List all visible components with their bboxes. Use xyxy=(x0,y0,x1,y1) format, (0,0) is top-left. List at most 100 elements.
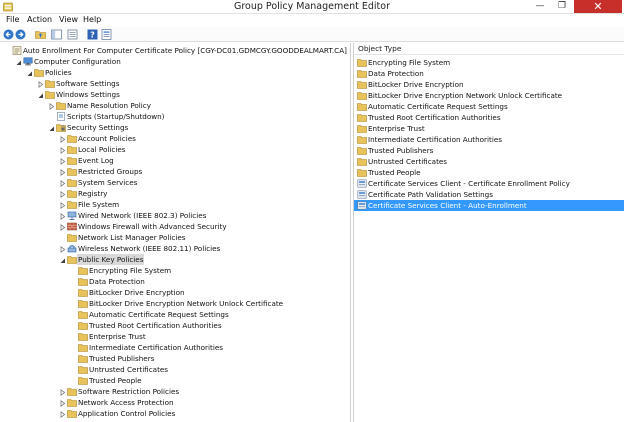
folder-icon xyxy=(78,343,88,352)
tree-node-trusted-people[interactable]: Trusted People xyxy=(78,375,143,386)
tree-node-application-control-policies[interactable]: Application Control Policies xyxy=(60,408,176,419)
menu-help[interactable]: Help xyxy=(83,15,101,24)
list-item-untrusted-certificates[interactable]: Untrusted Certificates xyxy=(354,156,624,167)
settings-item-icon xyxy=(357,179,367,188)
close-button[interactable]: ✕ xyxy=(574,0,622,13)
tree-node-security-settings[interactable]: Security Settings xyxy=(49,122,129,133)
tree-node-computer-configuration[interactable]: Computer Configuration xyxy=(16,56,122,67)
tree-node-restricted-groups[interactable]: Restricted Groups xyxy=(60,166,143,177)
list-item-certificate-services-client-auto-enrollment[interactable]: Certificate Services Client - Auto-Enrol… xyxy=(354,200,624,211)
folder-icon xyxy=(67,387,77,396)
folder-icon xyxy=(67,398,77,407)
console-tree[interactable]: Auto Enrollment For Computer Certificate… xyxy=(0,43,351,422)
expand-arrow-icon[interactable] xyxy=(59,201,66,209)
tree-node-event-log[interactable]: Event Log xyxy=(60,155,115,166)
forward-icon[interactable] xyxy=(15,29,26,40)
expand-arrow-icon[interactable] xyxy=(59,223,66,231)
list-item-trusted-people[interactable]: Trusted People xyxy=(354,167,624,178)
back-icon[interactable] xyxy=(3,29,14,40)
details-pane[interactable]: Object Type Encrypting File System Data P… xyxy=(353,43,624,422)
list-item-bitlocker-drive-encryption-network-unlock-certificate[interactable]: BitLocker Drive Encryption Network Unloc… xyxy=(354,90,624,101)
tree-node-public-key-policies[interactable]: Public Key Policies xyxy=(60,254,145,265)
tree-node-intermediate-certification-authorities[interactable]: Intermediate Certification Authorities xyxy=(78,342,224,353)
expand-arrow-icon[interactable] xyxy=(59,245,66,253)
expand-arrow-icon[interactable] xyxy=(59,135,66,143)
tree-node-untrusted-certificates[interactable]: Untrusted Certificates xyxy=(78,364,169,375)
tree-node-label: Auto Enrollment For Computer Certificate… xyxy=(23,46,351,55)
list-item-certificate-services-client-certificate-enrollment-policy[interactable]: Certificate Services Client - Certificat… xyxy=(354,178,624,189)
collapse-arrow-icon[interactable] xyxy=(15,58,22,65)
tree-node-scripts-startup-shutdown[interactable]: Scripts (Startup/Shutdown) xyxy=(57,111,165,122)
tree-node-name-resolution-policy[interactable]: Name Resolution Policy xyxy=(49,100,152,111)
tree-node-automatic-certificate-request-settings[interactable]: Automatic Certificate Request Settings xyxy=(78,309,230,320)
list-item-bitlocker-drive-encryption[interactable]: BitLocker Drive Encryption xyxy=(354,79,624,90)
collapse-arrow-icon[interactable] xyxy=(26,69,33,76)
tree-node-label: Security Settings xyxy=(67,123,129,132)
expand-arrow-icon[interactable] xyxy=(59,388,66,396)
menu-file[interactable]: File xyxy=(6,15,19,24)
tree-node-network-list-manager-policies[interactable]: Network List Manager Policies xyxy=(67,232,187,243)
tree-node-local-policies[interactable]: Local Policies xyxy=(60,144,127,155)
tree-node-system-services[interactable]: System Services xyxy=(60,177,138,188)
tree-node-software-settings[interactable]: Software Settings xyxy=(38,78,120,89)
tree-node-encrypting-file-system[interactable]: Encrypting File System xyxy=(78,265,172,276)
tree-node-label: Wired Network (IEEE 802.3) Policies xyxy=(78,211,207,220)
collapse-arrow-icon[interactable] xyxy=(48,124,55,131)
folder-icon xyxy=(357,91,367,100)
expand-arrow-icon[interactable] xyxy=(59,190,66,198)
tree-node-registry[interactable]: Registry xyxy=(60,188,108,199)
tree-node-windows-firewall-with-advanced-security[interactable]: Windows Firewall with Advanced Security xyxy=(60,221,228,232)
tree-node-wired-network-ieee-802-3-policies[interactable]: Wired Network (IEEE 802.3) Policies xyxy=(60,210,207,221)
folder-icon xyxy=(357,168,367,177)
help-icon[interactable]: ? xyxy=(87,29,98,40)
tree-node-bitlocker-drive-encryption-network-unlock-certificate[interactable]: BitLocker Drive Encryption Network Unloc… xyxy=(78,298,284,309)
list-item-data-protection[interactable]: Data Protection xyxy=(354,68,624,79)
tree-node-enterprise-trust[interactable]: Enterprise Trust xyxy=(78,331,147,342)
collapse-arrow-icon[interactable] xyxy=(59,256,66,263)
tree-node-wireless-network-ieee-802-11-policies[interactable]: Wireless Network (IEEE 802.11) Policies xyxy=(60,243,221,254)
folder-icon xyxy=(78,288,88,297)
tree-node-bitlocker-drive-encryption[interactable]: BitLocker Drive Encryption xyxy=(78,287,186,298)
menu-action[interactable]: Action xyxy=(27,15,52,24)
expand-arrow-icon[interactable] xyxy=(59,157,66,165)
expand-arrow-icon[interactable] xyxy=(59,146,66,154)
expand-arrow-icon[interactable] xyxy=(59,410,66,418)
column-header-object-type[interactable]: Object Type xyxy=(354,43,624,55)
tree-node-windows-settings[interactable]: Windows Settings xyxy=(38,89,121,100)
tree-node-trusted-root-certification-authorities[interactable]: Trusted Root Certification Authorities xyxy=(78,320,223,331)
tree-node-file-system[interactable]: File System xyxy=(60,199,120,210)
export-list-icon[interactable] xyxy=(67,29,78,40)
tree-node-label: Windows Settings xyxy=(56,90,120,99)
tree-node-software-restriction-policies[interactable]: Software Restriction Policies xyxy=(60,386,180,397)
expand-arrow-icon[interactable] xyxy=(59,212,66,220)
minimize-button[interactable]: — xyxy=(529,0,551,13)
folder-icon xyxy=(67,255,77,264)
firewall-icon xyxy=(67,222,77,231)
tree-node-policies[interactable]: Policies xyxy=(27,67,73,78)
list-item-trusted-publishers[interactable]: Trusted Publishers xyxy=(354,145,624,156)
list-item-intermediate-certification-authorities[interactable]: Intermediate Certification Authorities xyxy=(354,134,624,145)
expand-arrow-icon[interactable] xyxy=(59,179,66,187)
tree-node-network-access-protection[interactable]: Network Access Protection xyxy=(60,397,175,408)
expand-arrow-icon[interactable] xyxy=(59,399,66,407)
up-folder-icon[interactable] xyxy=(35,29,46,40)
collapse-arrow-icon[interactable] xyxy=(37,91,44,98)
maximize-button[interactable]: ❐ xyxy=(551,0,573,13)
expand-arrow-icon[interactable] xyxy=(59,168,66,176)
expand-arrow-icon[interactable] xyxy=(37,80,44,88)
list-item-automatic-certificate-request-settings[interactable]: Automatic Certificate Request Settings xyxy=(354,101,624,112)
list-item-trusted-root-certification-authorities[interactable]: Trusted Root Certification Authorities xyxy=(354,112,624,123)
expand-arrow-icon[interactable] xyxy=(48,102,55,110)
tree-node-account-policies[interactable]: Account Policies xyxy=(60,133,137,144)
tree-node-data-protection[interactable]: Data Protection xyxy=(78,276,146,287)
list-item-certificate-path-validation-settings[interactable]: Certificate Path Validation Settings xyxy=(354,189,624,200)
list-item-enterprise-trust[interactable]: Enterprise Trust xyxy=(354,123,624,134)
show-hide-tree-icon[interactable] xyxy=(51,29,62,40)
tree-node-auto-enrollment-for-computer-certificate-policy-cgy-dc01-gdmcgy-gooddealmart-ca-policy[interactable]: Auto Enrollment For Computer Certificate… xyxy=(12,45,351,56)
list-item-label: Data Protection xyxy=(368,69,424,78)
tree-node-trusted-publishers[interactable]: Trusted Publishers xyxy=(78,353,155,364)
list-item-encrypting-file-system[interactable]: Encrypting File System xyxy=(354,57,624,68)
list-item-label: Certificate Services Client - Auto-Enrol… xyxy=(368,201,527,210)
properties-icon[interactable] xyxy=(101,29,112,40)
menu-view[interactable]: View xyxy=(59,15,78,24)
